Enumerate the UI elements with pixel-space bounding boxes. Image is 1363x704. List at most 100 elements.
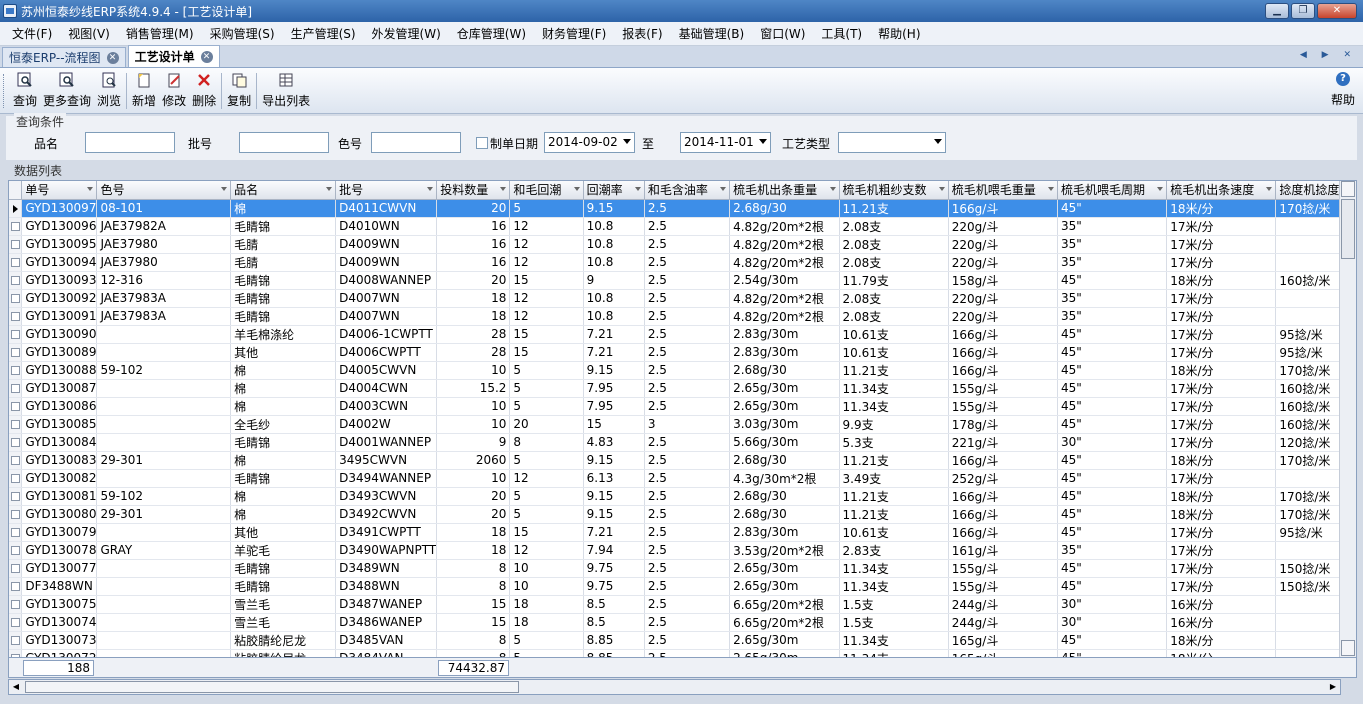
row-selector[interactable]	[9, 559, 23, 578]
table-cell[interactable]: 35"	[1057, 541, 1168, 560]
table-cell[interactable]: 2.5	[644, 649, 731, 657]
table-cell[interactable]: 4.82g/20m*2根	[729, 307, 840, 326]
table-cell[interactable]: 1.5支	[839, 595, 949, 614]
table-cell[interactable]: 10	[509, 559, 584, 578]
table-cell[interactable]: 4.83	[583, 433, 645, 452]
table-cell[interactable]: 17米/分	[1166, 397, 1277, 416]
table-cell[interactable]: D4003CWN	[335, 397, 438, 416]
table-row[interactable]: GYD130095 JAE37980 毛腈 D4009WN 16 12 10.8 2.5 4.8…	[9, 235, 1356, 254]
row-checkbox[interactable]	[10, 636, 20, 645]
table-row[interactable]: GYD130090 羊毛棉涤纶 D4006-1CWPTT 28 15 7.21 2.5 2.8…	[9, 325, 1356, 344]
table-cell[interactable]: 7.21	[583, 325, 645, 344]
table-cell[interactable]	[96, 559, 232, 578]
table-cell[interactable]: GYD130083	[21, 451, 98, 470]
row-checkbox[interactable]	[10, 546, 20, 555]
table-cell[interactable]: 166g/斗	[948, 199, 1058, 218]
table-cell[interactable]: 17米/分	[1166, 523, 1277, 542]
row-checkbox[interactable]	[10, 402, 20, 411]
table-cell[interactable]: GYD130086	[21, 397, 98, 416]
batch-input[interactable]	[239, 132, 329, 153]
table-cell[interactable]: 18米/分	[1166, 487, 1277, 506]
filter-dropdown-icon[interactable]	[87, 187, 94, 191]
table-cell[interactable]: 2.5	[644, 379, 731, 398]
table-row[interactable]: GYD130086 棉 D4003CWN 10 5 7.95 2.5 2.65g/30m 11.…	[9, 397, 1356, 416]
table-cell[interactable]: 10.8	[583, 307, 645, 326]
table-cell[interactable]: 12	[509, 253, 584, 272]
table-cell[interactable]: 2.5	[644, 451, 731, 470]
table-cell[interactable]: 17米/分	[1166, 235, 1277, 254]
row-selector[interactable]	[9, 415, 23, 434]
row-checkbox[interactable]	[10, 492, 20, 501]
table-cell[interactable]: 16米/分	[1166, 613, 1277, 632]
table-cell[interactable]: 其他	[230, 343, 337, 362]
table-cell[interactable]	[96, 649, 232, 657]
menu-item[interactable]: 采购管理(S)	[202, 25, 283, 42]
color-input[interactable]	[371, 132, 461, 153]
scroll-thumb[interactable]	[1341, 199, 1355, 259]
table-cell[interactable]: 8.85	[583, 649, 645, 657]
table-cell[interactable]: 166g/斗	[948, 505, 1058, 524]
table-cell[interactable]: 45"	[1057, 505, 1168, 524]
row-selector[interactable]	[9, 253, 23, 272]
row-selector[interactable]	[9, 379, 23, 398]
table-cell[interactable]: 166g/斗	[948, 343, 1058, 362]
table-cell[interactable]: D4008WANNEP	[335, 271, 438, 290]
table-cell[interactable]: 2.5	[644, 631, 731, 650]
table-cell[interactable]: 11.21支	[839, 361, 949, 380]
table-cell[interactable]: 59-102	[96, 487, 232, 506]
table-cell[interactable]: 2.68g/30	[729, 451, 840, 470]
table-cell[interactable]: 粘胶腈纶尼龙	[230, 631, 337, 650]
table-cell[interactable]: 17米/分	[1166, 559, 1277, 578]
table-cell[interactable]: 16	[436, 235, 511, 254]
table-cell[interactable]: 166g/斗	[948, 523, 1058, 542]
table-cell[interactable]: 5	[509, 379, 584, 398]
table-cell[interactable]: D4007WN	[335, 307, 438, 326]
row-checkbox[interactable]	[10, 618, 20, 627]
row-selector[interactable]	[9, 271, 23, 290]
menu-item[interactable]: 基础管理(B)	[671, 25, 753, 42]
table-cell[interactable]: 17米/分	[1166, 541, 1277, 560]
table-cell[interactable]: 17米/分	[1166, 325, 1277, 344]
table-cell[interactable]: 35"	[1057, 253, 1168, 272]
row-checkbox[interactable]	[10, 438, 20, 447]
table-cell[interactable]: 15	[509, 271, 584, 290]
row-checkbox[interactable]	[10, 330, 20, 339]
table-cell[interactable]: GYD130097	[21, 199, 98, 218]
table-cell[interactable]: 棉	[230, 361, 337, 380]
table-cell[interactable]: 15.2	[436, 379, 511, 398]
table-cell[interactable]: 12-316	[96, 271, 232, 290]
table-cell[interactable]: 45"	[1057, 559, 1168, 578]
column-header[interactable]: 梳毛机出条速度	[1166, 181, 1277, 200]
table-cell[interactable]: 3495CWVN	[335, 451, 438, 470]
table-row[interactable]: GYD130087 棉 D4004CWN 15.2 5 7.95 2.5 2.65g/30m 1…	[9, 379, 1356, 398]
table-cell[interactable]: 20	[436, 199, 511, 218]
table-cell[interactable]: DF3488WN	[21, 577, 98, 596]
table-cell[interactable]: 29-301	[96, 505, 232, 524]
table-cell[interactable]: D3484VAN	[335, 649, 438, 657]
scroll-up-icon[interactable]	[1341, 181, 1355, 197]
table-cell[interactable]: 11.21支	[839, 199, 949, 218]
table-cell[interactable]: 5	[509, 649, 584, 657]
table-cell[interactable]: 45"	[1057, 631, 1168, 650]
table-cell[interactable]: 5	[509, 487, 584, 506]
table-cell[interactable]: 178g/斗	[948, 415, 1058, 434]
row-selector[interactable]	[9, 307, 23, 326]
table-row[interactable]: GYD130077 毛睛锦 D3489WN 8 10 9.75 2.5 2.65g/30m 11…	[9, 559, 1356, 578]
table-cell[interactable]: 粘胶腈纶尼龙	[230, 649, 337, 657]
table-cell[interactable]: GYD130092	[21, 289, 98, 308]
table-cell[interactable]: 5	[509, 631, 584, 650]
toolbar-more-query-button[interactable]: 更多查询	[40, 68, 94, 113]
filter-dropdown-icon[interactable]	[1266, 187, 1273, 191]
table-cell[interactable]: 08-101	[96, 199, 232, 218]
column-header[interactable]: 梳毛机喂毛重量	[948, 181, 1058, 200]
table-cell[interactable]: 羊驼毛	[230, 541, 337, 560]
table-cell[interactable]: 10.61支	[839, 325, 949, 344]
tab-flowchart[interactable]: 恒泰ERP--流程图 ✕	[2, 47, 126, 67]
table-cell[interactable]: GYD130087	[21, 379, 98, 398]
table-cell[interactable]: 4.82g/20m*2根	[729, 253, 840, 272]
row-selector[interactable]	[9, 613, 23, 632]
table-cell[interactable]: JAE37980	[96, 253, 232, 272]
table-cell[interactable]: GYD130082	[21, 469, 98, 488]
table-row[interactable]: GYD130082 毛睛锦 D3494WANNEP 10 12 6.13 2.5 4.3g/3…	[9, 469, 1356, 488]
table-cell[interactable]: 45"	[1057, 649, 1168, 657]
